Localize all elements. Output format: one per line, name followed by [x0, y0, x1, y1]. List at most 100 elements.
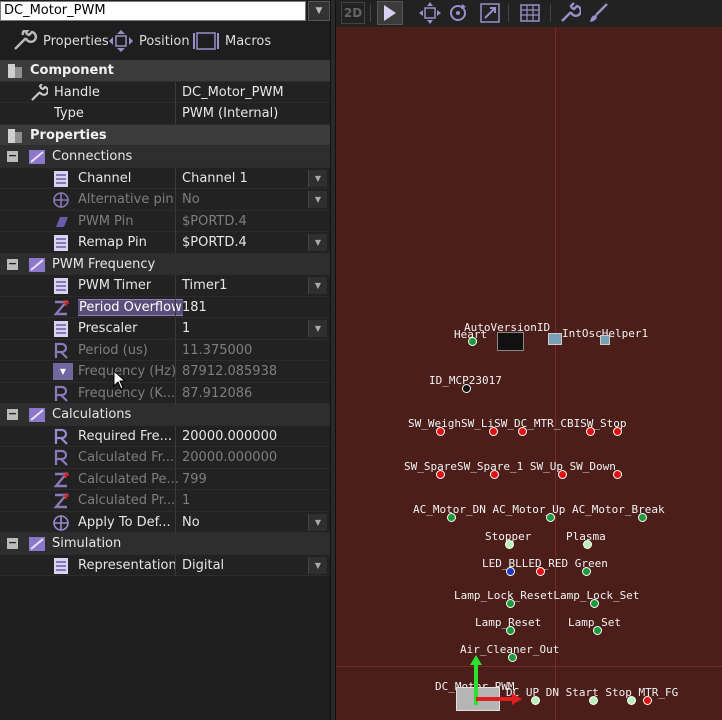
chevron-down-icon[interactable]: ▼	[308, 513, 327, 531]
prop-required-frequency-value[interactable]: 20000.000000	[178, 426, 312, 447]
prop-period-overflow[interactable]: Period Overflow 181	[0, 296, 330, 318]
pin-sw-down[interactable]	[613, 470, 622, 479]
prop-period-overflow-label: Period Overflow	[78, 297, 183, 318]
component-selector-field[interactable]: DC_Motor_PWM	[0, 1, 306, 21]
tab-macros[interactable]: Macros	[192, 29, 271, 53]
property-grid: Component Handle DC_Motor_PWM Type PWM (…	[0, 60, 330, 576]
collapse-icon[interactable]: −	[7, 408, 18, 420]
component-heart[interactable]	[468, 337, 477, 346]
pin-sw-li[interactable]	[489, 427, 498, 436]
pin-led-green[interactable]	[582, 567, 591, 576]
component-autoversionid[interactable]	[497, 332, 524, 351]
zoom-fit-button[interactable]	[478, 2, 502, 24]
group-calculations[interactable]: − Calculations	[0, 404, 330, 426]
prop-type[interactable]: Type PWM (Internal)	[0, 103, 330, 125]
pin-stopper[interactable]	[505, 540, 514, 549]
component-id-mcp23017[interactable]	[462, 384, 471, 393]
prop-channel[interactable]: Channel Channel 1 ▼	[0, 167, 330, 189]
component-selector[interactable]: DC_Motor_PWM ▼	[0, 0, 330, 22]
prop-period-us[interactable]: Period (us) 11.375000	[0, 339, 330, 361]
grid-toggle-button[interactable]	[518, 2, 542, 24]
group-connections[interactable]: − Connections	[0, 146, 330, 168]
pin-sw-weigh[interactable]	[436, 427, 445, 436]
pin-lamp-lock-set[interactable]	[590, 599, 599, 608]
prop-prescaler[interactable]: Prescaler 1 ▼	[0, 318, 330, 340]
pin-lamp-reset[interactable]	[506, 626, 515, 635]
prop-calculated-frequency-label: Calculated Fr...	[78, 450, 175, 465]
prop-remap-pin-value[interactable]: $PORTD.4	[178, 232, 312, 253]
chevron-down-icon[interactable]: ▼	[308, 1, 330, 21]
pin-plasma[interactable]	[583, 540, 592, 549]
tab-macros-label: Macros	[225, 33, 272, 49]
category-component[interactable]: Component	[0, 60, 330, 82]
component-intoschelper-2[interactable]	[600, 335, 610, 345]
component-intoschelper[interactable]	[548, 333, 562, 345]
wrench-icon	[561, 2, 581, 22]
group-pwm-frequency[interactable]: − PWM Frequency	[0, 253, 330, 275]
prop-handle[interactable]: Handle DC_Motor_PWM	[0, 81, 330, 103]
pin-sw-cbi[interactable]	[586, 427, 595, 436]
collapse-icon[interactable]: −	[7, 150, 18, 162]
properties-tool-button[interactable]	[558, 2, 582, 24]
pin-dc-stop[interactable]	[627, 696, 636, 705]
prop-calculated-prescaler[interactable]: Calculated Pr... 1	[0, 490, 330, 512]
pin-dc-start[interactable]	[589, 696, 598, 705]
prop-pwm-pin[interactable]: PWM Pin $PORTD.4	[0, 210, 330, 232]
prop-handle-value[interactable]: DC_Motor_PWM	[178, 82, 312, 103]
view-2d-button[interactable]: 2D	[341, 2, 365, 24]
pin-led-red[interactable]	[536, 567, 545, 576]
group-pwm-frequency-label: PWM Frequency	[52, 256, 156, 272]
chevron-down-icon[interactable]: ▼	[53, 363, 73, 380]
prop-pwm-timer-value[interactable]: Timer1	[178, 275, 312, 296]
pin-sw-spare-1[interactable]	[490, 470, 499, 479]
tab-position[interactable]: Position	[108, 29, 190, 53]
panel-canvas[interactable]: Heart AutoVersionID IntOscHelper1 ID_MCP…	[336, 27, 722, 720]
chevron-down-icon[interactable]: ▼	[308, 277, 327, 294]
pin-ac-motor-break[interactable]	[638, 513, 647, 522]
pan-tool-button[interactable]	[418, 2, 442, 24]
pin-lamp-lock-reset[interactable]	[506, 599, 515, 608]
chevron-down-icon[interactable]: ▼	[308, 234, 327, 251]
collapse-icon[interactable]: −	[7, 537, 18, 549]
category-properties[interactable]: Properties	[0, 124, 330, 146]
macro-icon	[193, 32, 219, 50]
pin-ac-motor-dn[interactable]	[447, 513, 456, 522]
rotate-tool-button[interactable]	[446, 2, 470, 24]
pin-ac-motor-up[interactable]	[546, 513, 555, 522]
chevron-down-icon[interactable]: ▼	[308, 320, 327, 337]
prop-pwm-pin-value: $PORTD.4	[182, 213, 247, 229]
select-tool-button[interactable]	[377, 1, 403, 25]
integer-icon	[53, 299, 69, 315]
prop-frequency-hz[interactable]: ▼ Frequency (Hz) 87912.085938	[0, 361, 330, 383]
prop-required-frequency[interactable]: Required Fre... 20000.000000	[0, 425, 330, 447]
prop-prescaler-value[interactable]: 1	[178, 318, 312, 339]
paint-tool-button[interactable]	[586, 2, 610, 24]
prop-apply-to-default[interactable]: Apply To Def... No ▼	[0, 511, 330, 533]
chevron-down-icon[interactable]: ▼	[308, 556, 327, 574]
prop-calculated-period[interactable]: Calculated Pe... 799	[0, 468, 330, 490]
pin-dc-up[interactable]	[531, 696, 540, 705]
pin-mtr-fg[interactable]	[643, 696, 652, 705]
pin-sw-dc-mtr[interactable]	[518, 427, 527, 436]
prop-alternative-pin[interactable]: Alternative pin No ▼	[0, 189, 330, 211]
prop-representation[interactable]: Representation Digital ▼	[0, 554, 330, 576]
chevron-down-icon[interactable]: ▼	[308, 191, 327, 208]
chevron-down-icon[interactable]: ▼	[308, 169, 327, 187]
pin-led-blue[interactable]	[506, 567, 515, 576]
pin-sw-spare[interactable]	[436, 470, 445, 479]
prop-remap-pin[interactable]: Remap Pin $PORTD.4 ▼	[0, 232, 330, 254]
pin-lamp-set[interactable]	[593, 626, 602, 635]
tab-properties[interactable]: Properties	[12, 29, 109, 53]
prop-pwm-timer[interactable]: PWM Timer Timer1 ▼	[0, 275, 330, 297]
prop-frequency-khz[interactable]: Frequency (K... 87.912086	[0, 382, 330, 404]
pin-sw-stop[interactable]	[613, 427, 622, 436]
prop-calculated-frequency[interactable]: Calculated Fr... 20000.000000	[0, 447, 330, 469]
pin-sw-up[interactable]	[558, 470, 567, 479]
group-simulation[interactable]: − Simulation	[0, 533, 330, 555]
transform-gizmo-icon[interactable]	[462, 653, 524, 711]
prop-period-overflow-value[interactable]: 181	[178, 297, 312, 318]
prop-channel-value[interactable]: Channel 1	[178, 168, 312, 189]
collapse-icon[interactable]: −	[7, 258, 18, 270]
prop-apply-to-default-value[interactable]: No	[178, 512, 312, 533]
prop-representation-value[interactable]: Digital	[178, 555, 312, 576]
